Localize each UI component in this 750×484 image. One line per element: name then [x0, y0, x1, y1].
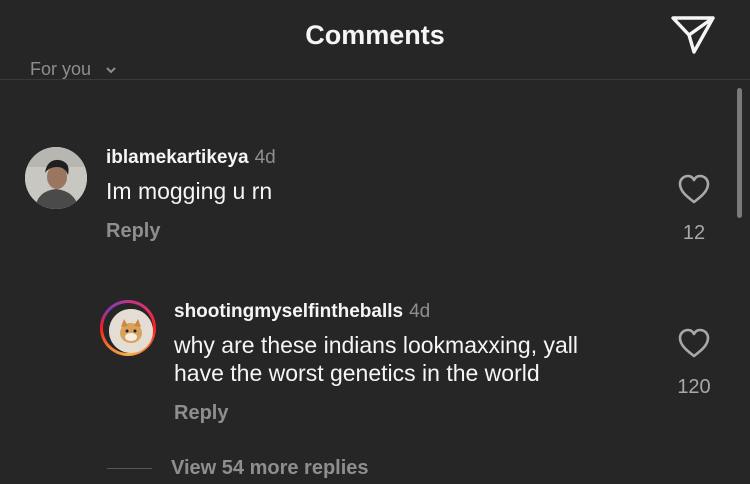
reply-button[interactable]: Reply [106, 220, 160, 243]
avatar[interactable] [25, 147, 87, 209]
heart-outline-icon[interactable] [677, 173, 711, 205]
send-icon[interactable] [670, 14, 716, 56]
reply-text-line: why are these indians lookmaxxing, yall [174, 332, 578, 358]
reply-button[interactable]: Reply [174, 402, 228, 425]
heart-outline-icon[interactable] [677, 327, 711, 359]
page-title: Comments [305, 20, 445, 50]
sort-selector[interactable]: For you [30, 62, 117, 80]
username-text[interactable]: shootingmyselfintheballs [174, 301, 403, 322]
chevron-down-icon [106, 66, 116, 73]
comment-username[interactable]: iblamekartikeya 4d [106, 147, 276, 169]
story-ring-avatar[interactable] [100, 300, 156, 356]
scrollbar[interactable] [737, 88, 742, 218]
comment-time: 4d [254, 147, 276, 168]
comment-time: 4d [409, 301, 431, 322]
sort-label: For you [30, 62, 92, 79]
profile-photo-icon [25, 147, 87, 209]
view-more-replies-button[interactable]: View 54 more replies [171, 457, 369, 480]
reply-text: why are these indians lookmaxxing, yall … [174, 331, 578, 387]
avatar [109, 309, 153, 353]
username-text[interactable]: iblamekartikeya [106, 147, 249, 168]
divider [107, 468, 152, 469]
like-count: 120 [677, 376, 711, 398]
like-count: 12 [682, 222, 706, 244]
reply-text-line: have the worst genetics in the world [174, 360, 540, 386]
comment-text: Im mogging u rn [106, 178, 273, 204]
profile-photo-icon [109, 309, 153, 353]
reply-username[interactable]: shootingmyselfintheballs 4d [174, 301, 430, 323]
